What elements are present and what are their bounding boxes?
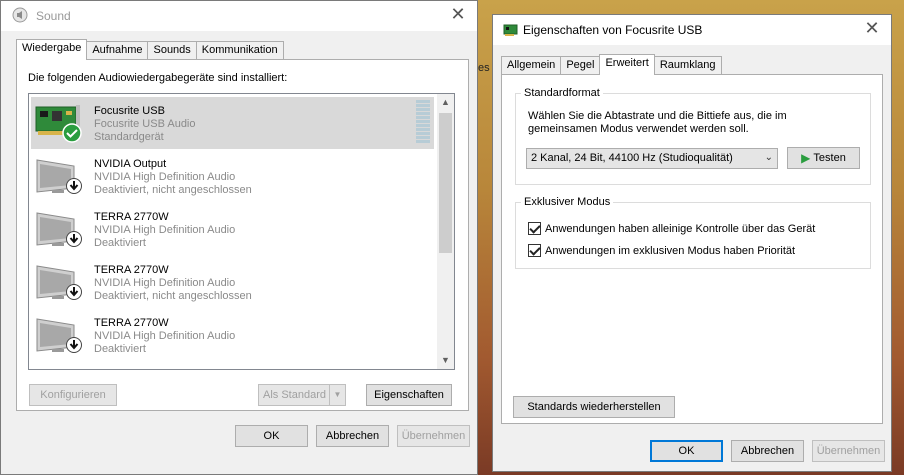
default-format-group: Standardformat: [515, 87, 871, 185]
device-list[interactable]: Focusrite USB Focusrite USB Audio Standa…: [28, 93, 455, 370]
test-button[interactable]: ▶ Testen: [787, 147, 860, 169]
device-description: NVIDIA High Definition Audio: [94, 277, 236, 289]
scroll-up-arrow-icon[interactable]: ▲: [437, 94, 454, 111]
device-description: NVIDIA High Definition Audio: [94, 330, 236, 342]
set-default-label: Als Standard: [263, 389, 326, 401]
default-format-legend: Standardformat: [524, 87, 600, 99]
exclusive-priority-checkbox[interactable]: Anwendungen im exklusiven Modus haben Pr…: [528, 244, 795, 257]
device-status: Deaktiviert: [94, 343, 146, 355]
apply-button[interactable]: Übernehmen: [397, 425, 470, 447]
scroll-down-arrow-icon[interactable]: ▼: [437, 352, 454, 369]
tab-sounds[interactable]: Sounds: [147, 41, 197, 59]
device-name: TERRA 2770W: [94, 317, 169, 329]
configure-button[interactable]: Konfigurieren: [29, 384, 117, 406]
tab-pegel[interactable]: Pegel: [560, 56, 601, 74]
tab-aufnahme[interactable]: Aufnahme: [86, 41, 149, 59]
restore-defaults-button[interactable]: Standards wiederherstellen: [513, 396, 675, 418]
list-item-device[interactable]: TERRA 2770W NVIDIA High Definition Audio…: [31, 309, 434, 361]
cancel-button[interactable]: Abbrechen: [316, 425, 389, 447]
device-status: Deaktiviert, nicht angeschlossen: [94, 184, 252, 196]
play-icon: ▶: [801, 151, 811, 165]
sound-titlebar: Sound ✕: [1, 1, 477, 31]
device-name: TERRA 2770W: [94, 211, 169, 223]
device-name: TERRA 2770W: [94, 264, 169, 276]
device-status: Deaktiviert, nicht angeschlossen: [94, 290, 252, 302]
tab-wiedergabe[interactable]: Wiedergabe: [16, 39, 88, 60]
properties-button[interactable]: Eigenschaften: [366, 384, 452, 406]
chevron-down-icon: ⌄: [764, 152, 773, 163]
speaker-icon: [12, 7, 28, 23]
sound-window-title: Sound: [36, 9, 71, 23]
device-list-intro: Die folgenden Audiowiedergabegeräte sind…: [28, 72, 288, 84]
tab-kommunikation[interactable]: Kommunikation: [195, 41, 284, 59]
sample-rate-select[interactable]: 2 Kanal, 24 Bit, 44100 Hz (Studioqualitä…: [526, 148, 778, 169]
scrollbar-thumb[interactable]: [439, 113, 452, 253]
exclusive-priority-label: Anwendungen im exklusiven Modus haben Pr…: [545, 244, 796, 257]
checkbox-checked-icon[interactable]: [528, 222, 541, 235]
device-description: NVIDIA High Definition Audio: [94, 224, 236, 236]
exclusive-control-label: Anwendungen haben alleinige Kontrolle üb…: [545, 222, 816, 235]
device-status: Standardgerät: [94, 131, 164, 143]
desktop-text: es: [478, 62, 490, 74]
exclusive-control-checkbox[interactable]: Anwendungen haben alleinige Kontrolle üb…: [528, 222, 815, 235]
properties-window: Eigenschaften von Focusrite USB ✕ Allgem…: [492, 14, 892, 472]
list-item-device[interactable]: TERRA 2770W NVIDIA High Definition Audio…: [31, 203, 434, 255]
device-description: Focusrite USB Audio: [94, 118, 196, 130]
list-item-device[interactable]: TERRA 2770W NVIDIA High Definition Audio…: [31, 256, 434, 308]
exclusive-mode-legend: Exklusiver Modus: [524, 196, 611, 208]
properties-titlebar: Eigenschaften von Focusrite USB ✕: [493, 15, 891, 45]
disabled-arrow-icon: [66, 178, 82, 197]
cancel-button[interactable]: Abbrechen: [731, 440, 804, 462]
sample-rate-value: 2 Kanal, 24 Bit, 44100 Hz (Studioqualitä…: [531, 152, 733, 164]
ok-button[interactable]: OK: [235, 425, 308, 447]
disabled-arrow-icon: [66, 337, 82, 356]
properties-window-title: Eigenschaften von Focusrite USB: [523, 23, 703, 37]
ok-button[interactable]: OK: [650, 440, 723, 462]
sound-card-icon: [503, 23, 519, 37]
device-list-scrollbar[interactable]: ▲ ▼: [437, 94, 454, 369]
tab-raumklang[interactable]: Raumklang: [653, 56, 722, 74]
default-format-description: Wählen Sie die Abtastrate und die Bittie…: [528, 110, 787, 135]
list-item-device[interactable]: Focusrite USB Focusrite USB Audio Standa…: [31, 97, 434, 149]
device-name: Focusrite USB: [94, 105, 165, 117]
close-icon[interactable]: ✕: [447, 5, 469, 25]
set-default-button[interactable]: Als Standard ▼: [258, 384, 346, 406]
tab-erweitert[interactable]: Erweitert: [599, 54, 655, 75]
checkbox-checked-icon[interactable]: [528, 244, 541, 257]
disabled-arrow-icon: [66, 231, 82, 250]
device-name: NVIDIA Output: [94, 158, 167, 170]
list-item-device[interactable]: NVIDIA Output NVIDIA High Definition Aud…: [31, 150, 434, 202]
default-check-icon: [62, 123, 82, 146]
volume-level-meter: [416, 100, 430, 144]
chevron-down-icon[interactable]: ▼: [329, 385, 345, 405]
sound-window: Sound ✕ Wiedergabe Aufnahme Sounds Kommu…: [0, 0, 478, 475]
test-button-label: Testen: [813, 152, 846, 164]
apply-button[interactable]: Übernehmen: [812, 440, 885, 462]
properties-tabs: Allgemein Pegel Erweitert Raumklang: [501, 54, 722, 75]
tab-allgemein[interactable]: Allgemein: [501, 56, 562, 74]
close-icon[interactable]: ✕: [861, 19, 883, 39]
device-status: Deaktiviert: [94, 237, 146, 249]
device-description: NVIDIA High Definition Audio: [94, 171, 236, 183]
disabled-arrow-icon: [66, 284, 82, 303]
sound-tabs: Wiedergabe Aufnahme Sounds Kommunikation: [16, 39, 284, 60]
